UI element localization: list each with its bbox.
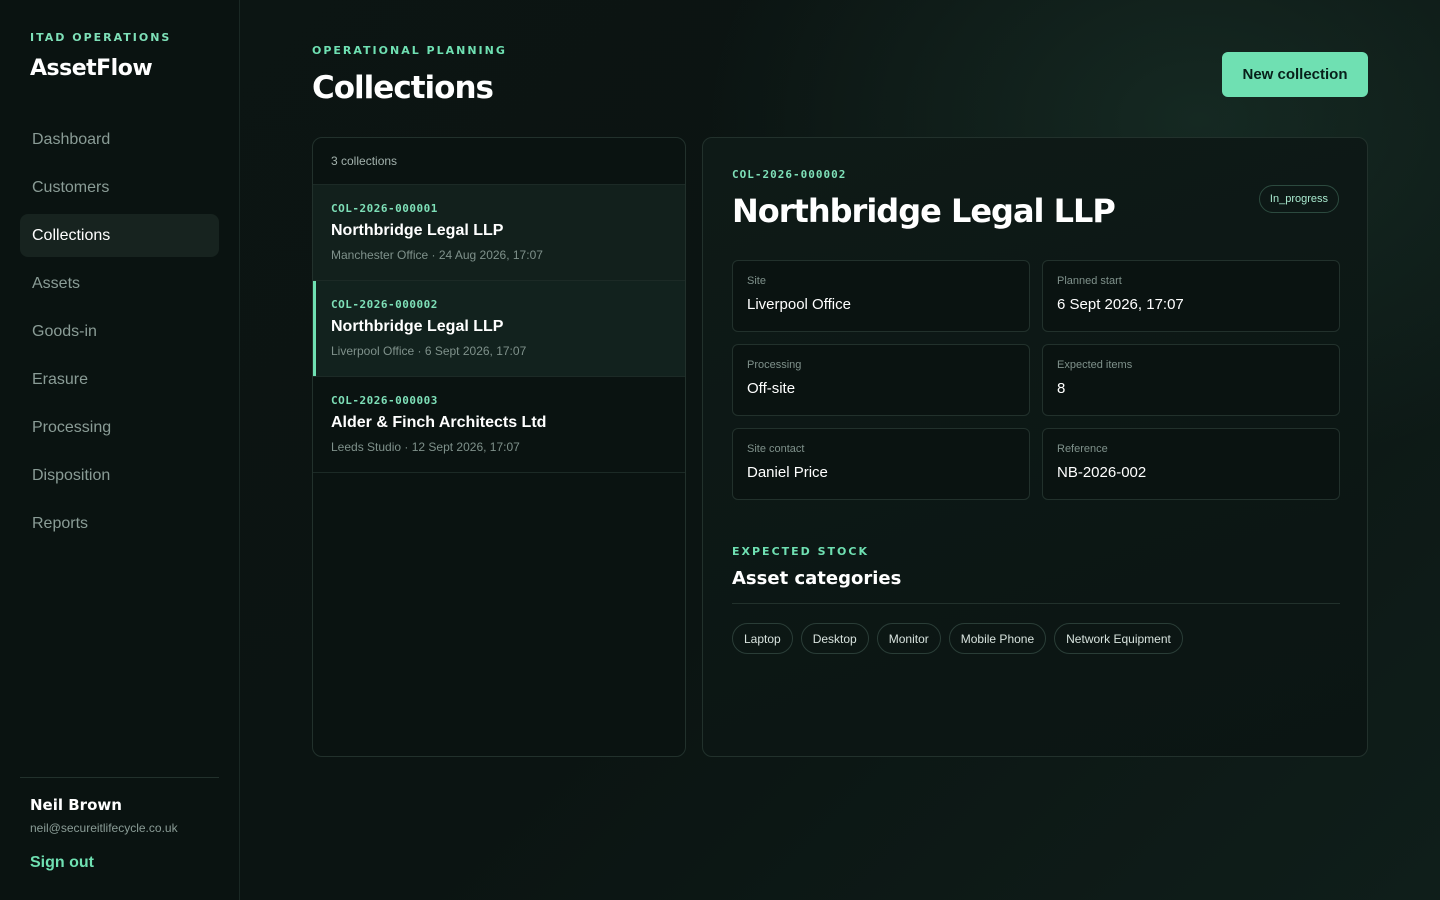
field-site-contact: Site contact Daniel Price: [732, 428, 1030, 500]
field-planned-start: Planned start 6 Sept 2026, 17:07: [1042, 260, 1340, 332]
sidebar-item-processing[interactable]: Processing: [20, 406, 219, 449]
sidebar-item-customers[interactable]: Customers: [20, 166, 219, 209]
sidebar-item-reports[interactable]: Reports: [20, 502, 219, 545]
field-value: NB-2026-002: [1057, 464, 1147, 481]
field-label: Site contact: [747, 443, 805, 455]
collection-customer: Northbridge Legal LLP: [331, 318, 504, 335]
category-chip-network-equipment[interactable]: Network Equipment: [1054, 623, 1183, 654]
field-processing: Processing Off-site: [732, 344, 1030, 416]
collection-detail: COL-2026-000002 Northbridge Legal LLP In…: [702, 137, 1368, 757]
sign-out-link[interactable]: Sign out: [30, 854, 94, 872]
sidebar-item-dashboard[interactable]: Dashboard: [20, 118, 219, 161]
field-expected-items: Expected items 8: [1042, 344, 1340, 416]
list-item-selected[interactable]: COL-2026-000002 Northbridge Legal LLP Li…: [313, 281, 685, 377]
field-value: 8: [1057, 380, 1066, 397]
sidebar-item-erasure[interactable]: Erasure: [20, 358, 219, 401]
field-site: Site Liverpool Office: [732, 260, 1030, 332]
collection-meta: Liverpool Office · 6 Sept 2026, 17:07: [331, 344, 527, 358]
sidebar-item-disposition[interactable]: Disposition: [20, 454, 219, 497]
collection-meta: Leeds Studio · 12 Sept 2026, 17:07: [331, 440, 520, 454]
field-reference: Reference NB-2026-002: [1042, 428, 1340, 500]
list-item[interactable]: COL-2026-000001 Northbridge Legal LLP Ma…: [313, 185, 685, 281]
collection-code: COL-2026-000002: [331, 298, 438, 311]
field-value: Daniel Price: [747, 464, 828, 481]
collections-list: 3 collections COL-2026-000001 Northbridg…: [312, 137, 686, 757]
field-label: Expected items: [1057, 359, 1133, 371]
category-chip-laptop[interactable]: Laptop: [732, 623, 793, 654]
collection-meta: Manchester Office · 24 Aug 2026, 17:07: [331, 248, 543, 262]
sidebar-item-assets[interactable]: Assets: [20, 262, 219, 305]
status-badge: In_progress: [1258, 185, 1339, 213]
user-name: Neil Brown: [30, 796, 122, 814]
category-chip-mobile-phone[interactable]: Mobile Phone: [948, 623, 1047, 654]
asset-category-chips: Laptop Desktop Monitor Mobile Phone Netw…: [732, 623, 1183, 654]
detail-title: Northbridge Legal LLP: [732, 192, 1116, 230]
field-label: Planned start: [1057, 275, 1122, 287]
sidebar-divider: [20, 777, 219, 778]
collection-customer: Alder & Finch Architects Ltd: [331, 414, 547, 431]
field-label: Reference: [1057, 443, 1108, 455]
page-eyebrow: OPERATIONAL PLANNING: [312, 44, 507, 57]
collections-count: 3 collections: [313, 138, 685, 185]
app-brand: AssetFlow: [30, 56, 153, 81]
stock-divider: [732, 603, 1340, 604]
list-item[interactable]: COL-2026-000003 Alder & Finch Architects…: [313, 377, 685, 473]
collection-customer: Northbridge Legal LLP: [331, 222, 504, 239]
user-email: neil@secureitlifecycle.co.uk: [30, 821, 178, 835]
detail-code: COL-2026-000002: [732, 168, 847, 181]
page-title: Collections: [312, 70, 494, 106]
sidebar-item-goods-in[interactable]: Goods-in: [20, 310, 219, 353]
field-value: 6 Sept 2026, 17:07: [1057, 296, 1184, 313]
sidebar-nav: Dashboard Customers Collections Assets G…: [20, 118, 219, 550]
stock-eyebrow: EXPECTED STOCK: [732, 545, 869, 558]
stock-title: Asset categories: [732, 568, 902, 589]
sidebar-item-collections[interactable]: Collections: [20, 214, 219, 257]
field-label: Processing: [747, 359, 802, 371]
collection-code: COL-2026-000003: [331, 394, 438, 407]
sidebar: ITAD OPERATIONS AssetFlow Dashboard Cust…: [0, 0, 240, 900]
field-value: Off-site: [747, 380, 796, 397]
collection-code: COL-2026-000001: [331, 202, 438, 215]
category-chip-desktop[interactable]: Desktop: [800, 623, 869, 654]
field-label: Site: [747, 275, 766, 287]
sidebar-eyebrow: ITAD OPERATIONS: [30, 31, 172, 44]
category-chip-monitor[interactable]: Monitor: [876, 623, 941, 654]
field-value: Liverpool Office: [747, 296, 851, 313]
main-content: OPERATIONAL PLANNING Collections New col…: [240, 0, 1440, 900]
new-collection-button[interactable]: New collection: [1222, 52, 1368, 97]
